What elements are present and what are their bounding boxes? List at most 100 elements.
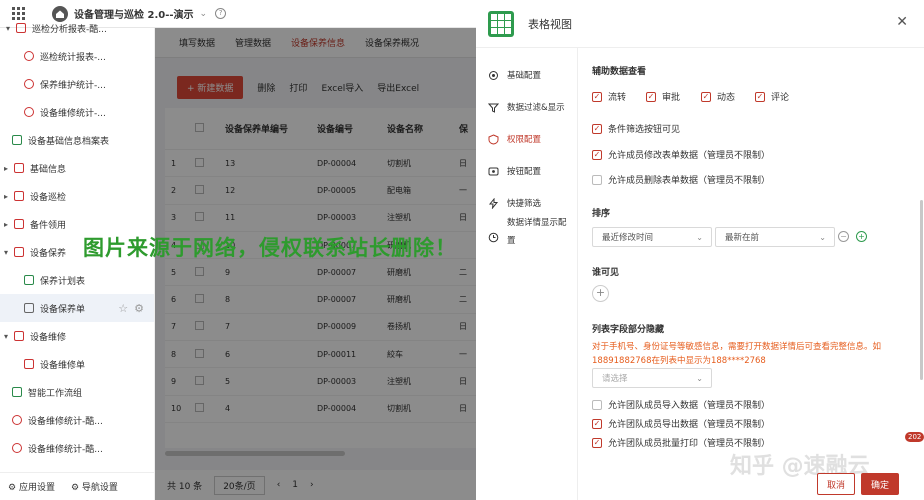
nav-quick-filter[interactable]: 快捷筛选 xyxy=(488,196,541,212)
sidebar-item[interactable]: ▸ 基础信息 xyxy=(0,154,154,182)
condition-filter-checkbox[interactable]: ✓ 条件筛选按钮可见 xyxy=(592,122,680,135)
vertical-scrollbar[interactable] xyxy=(920,200,923,380)
panel-content: 辅助数据查看 ✓ 流转 ✓ 审批 ✓ 动态 ✓ 评论 ✓ 条件筛选按钮可见 ✓ 允许成员修改… xyxy=(592,48,910,500)
checkbox-checked-icon: ✓ xyxy=(755,91,765,102)
watermark-text: 图片来源于网络，侵权联系站长删除！ xyxy=(83,236,457,260)
nav-permission-config[interactable]: 权限配置 xyxy=(488,132,541,148)
notification-badge: 202 xyxy=(905,432,924,442)
visible-title: 谁可见 xyxy=(592,268,620,278)
chart-icon xyxy=(12,443,22,453)
add-visibility-button[interactable]: + xyxy=(592,285,609,302)
checkbox-unchecked-icon xyxy=(592,174,602,185)
sort-field-select[interactable]: 最近修改时间 ⌄ xyxy=(592,227,712,247)
sidebar-item[interactable]: 设备维修单 xyxy=(0,350,154,378)
form-icon xyxy=(24,275,34,285)
sort-order-select[interactable]: 最新在前 ⌄ xyxy=(715,227,835,247)
remove-sort-icon[interactable]: − xyxy=(838,231,849,242)
aux-approval-checkbox[interactable]: ✓ 审批 xyxy=(646,90,680,103)
lightning-icon xyxy=(488,198,499,209)
sidebar-item[interactable]: 巡检统计报表-... xyxy=(0,42,154,70)
team-export-checkbox[interactable]: ✓ 允许团队成员导出数据（管理员不限制） xyxy=(592,417,770,430)
table-view-panel: 表格视图 ✕ 基础配置 数据过滤&显示 权限配置 按钮配置 快捷筛选 数据详情显… xyxy=(476,0,924,500)
chevron-down-icon[interactable]: ⌄ xyxy=(200,9,208,19)
filter-icon xyxy=(488,103,499,113)
checkbox-checked-icon: ✓ xyxy=(592,123,602,134)
chart-icon xyxy=(24,107,34,117)
chevron-down-icon: ⌄ xyxy=(819,232,826,242)
sidebar-item[interactable]: 设备维修统计-酷... xyxy=(0,434,154,462)
folder-icon xyxy=(16,23,26,33)
workflow-icon xyxy=(12,387,22,397)
checkbox-checked-icon: ✓ xyxy=(701,91,711,102)
chart-icon xyxy=(12,415,22,425)
aux-comment-checkbox[interactable]: ✓ 评论 xyxy=(755,90,789,103)
star-icon[interactable]: ☆ xyxy=(118,302,128,315)
sidebar-footer: ⚙ 应用设置 ⚙ 导航设置 xyxy=(0,472,155,500)
sidebar-item[interactable]: 保养维护统计-... xyxy=(0,70,154,98)
sidebar-item[interactable]: 智能工作流组 xyxy=(0,378,154,406)
chart-icon xyxy=(24,51,34,61)
add-sort-icon[interactable]: + xyxy=(856,231,867,242)
sidebar-item-active[interactable]: 设备保养单 ☆ ⚙ xyxy=(0,294,154,322)
panel-header: 表格视图 ✕ xyxy=(476,0,924,48)
allow-delete-checkbox[interactable]: 允许成员删除表单数据（管理员不限制） xyxy=(592,173,770,186)
confirm-button[interactable]: 确定 xyxy=(861,473,899,495)
chevron-down-icon: ⌄ xyxy=(696,373,703,383)
checkbox-checked-icon: ✓ xyxy=(592,91,602,102)
chart-icon xyxy=(24,79,34,89)
clock-icon xyxy=(488,232,499,243)
checkbox-checked-icon: ✓ xyxy=(646,91,656,102)
form-icon xyxy=(24,359,34,369)
folder-icon xyxy=(14,219,24,229)
sidebar-item[interactable]: ▸ 设备巡检 xyxy=(0,182,154,210)
aux-flow-checkbox[interactable]: ✓ 流转 xyxy=(592,90,626,103)
sidebar-item[interactable]: 设备维修统计-酷... xyxy=(0,406,154,434)
sidebar: ▾ 巡检分析报表-酷... 巡检统计报表-... 保养维护统计-... 设备维修统… xyxy=(0,23,155,500)
panel-nav: 基础配置 数据过滤&显示 权限配置 按钮配置 快捷筛选 数据详情显示配置 xyxy=(476,48,578,500)
caret-down-icon: ▾ xyxy=(4,247,9,257)
caret-right-icon: ▸ xyxy=(4,191,9,201)
gear-icon[interactable]: ⚙ xyxy=(134,302,144,315)
checkbox-checked-icon: ✓ xyxy=(592,437,602,448)
aux-activity-checkbox[interactable]: ✓ 动态 xyxy=(701,90,735,103)
chevron-down-icon: ⌄ xyxy=(696,232,703,242)
nav-settings-link[interactable]: ⚙ 导航设置 xyxy=(71,480,118,493)
sort-title: 排序 xyxy=(592,209,611,219)
caret-down-icon: ▾ xyxy=(4,331,9,341)
cancel-button[interactable]: 取消 xyxy=(817,473,855,495)
caret-down-icon: ▾ xyxy=(6,23,11,33)
form-icon xyxy=(12,135,22,145)
nav-button-config[interactable]: 按钮配置 xyxy=(488,164,541,180)
hide-fields-title: 列表字段部分隐藏 xyxy=(592,325,665,335)
hide-fields-select[interactable]: 请选择 ⌄ xyxy=(592,368,712,388)
folder-icon xyxy=(14,191,24,201)
checkbox-unchecked-icon xyxy=(592,399,602,410)
settings-icon xyxy=(489,71,498,80)
folder-icon xyxy=(14,247,24,257)
table-view-icon xyxy=(488,10,514,37)
sidebar-item[interactable]: ▾ 巡检分析报表-酷... xyxy=(0,14,154,42)
panel-title: 表格视图 xyxy=(528,17,572,31)
modal-overlay[interactable] xyxy=(155,28,476,500)
nav-data-filter[interactable]: 数据过滤&显示 xyxy=(488,100,565,116)
checkbox-checked-icon: ✓ xyxy=(592,149,602,160)
folder-icon xyxy=(14,331,24,341)
aux-data-title: 辅助数据查看 xyxy=(592,67,647,77)
sidebar-item[interactable]: ▾ 设备维修 xyxy=(0,322,154,350)
folder-icon xyxy=(14,163,24,173)
sidebar-item[interactable]: 设备维修统计-... xyxy=(0,98,154,126)
allow-edit-checkbox[interactable]: ✓ 允许成员修改表单数据（管理员不限制） xyxy=(592,148,770,161)
nav-detail-display[interactable]: 数据详情显示配置 xyxy=(488,214,572,250)
app-settings-link[interactable]: ⚙ 应用设置 xyxy=(8,480,55,493)
hide-fields-note: 对于手机号、身份证号等敏感信息，需要打开数据详情后可查看完整信息。如188918… xyxy=(592,342,882,366)
caret-right-icon: ▸ xyxy=(4,219,9,229)
sidebar-item[interactable]: 设备基础信息档案表 xyxy=(0,126,154,154)
button-icon xyxy=(488,167,499,176)
caret-right-icon: ▸ xyxy=(4,163,9,173)
form-icon xyxy=(24,303,34,313)
team-import-checkbox[interactable]: 允许团队成员导入数据（管理员不限制） xyxy=(592,398,770,411)
help-icon[interactable]: ? xyxy=(215,8,227,19)
sidebar-item[interactable]: 保养计划表 xyxy=(0,266,154,294)
nav-basic-config[interactable]: 基础配置 xyxy=(488,68,541,84)
close-icon[interactable]: ✕ xyxy=(896,14,908,30)
